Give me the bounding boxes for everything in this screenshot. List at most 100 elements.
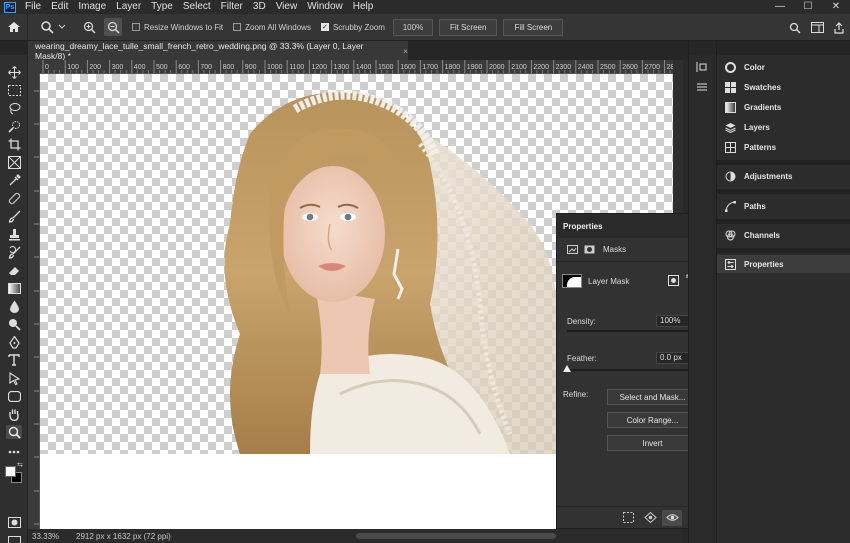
- toolbar-grip[interactable]: [0, 41, 28, 55]
- feather-label: Feather:: [567, 354, 597, 363]
- color-swatches[interactable]: ⇆: [4, 461, 24, 487]
- menu-view[interactable]: View: [271, 0, 303, 14]
- ruler-label: 900: [245, 64, 257, 71]
- status-doc-info[interactable]: 2912 px x 1632 px (72 ppi): [62, 532, 171, 541]
- dock-item-swatches[interactable]: Swatches: [717, 78, 850, 96]
- select-and-mask-button[interactable]: Select and Mask...: [607, 389, 698, 405]
- history-icon[interactable]: [696, 61, 708, 75]
- brush-tool-icon[interactable]: [6, 209, 22, 223]
- hand-tool-icon[interactable]: [6, 407, 22, 421]
- maximize-button[interactable]: ☐: [794, 0, 822, 14]
- share-icon[interactable]: [828, 21, 850, 34]
- document-tab[interactable]: wearing_dreamy_lace_tulle_small_french_r…: [28, 40, 408, 61]
- workspace-icon[interactable]: [806, 22, 828, 33]
- healing-brush-tool-icon[interactable]: [6, 191, 22, 205]
- pixel-mask-icon[interactable]: [567, 245, 578, 254]
- dock-item-layers[interactable]: Layers: [717, 118, 850, 136]
- dock-item-patterns[interactable]: Patterns: [717, 138, 850, 156]
- fill-screen-button[interactable]: Fill Screen: [503, 18, 564, 36]
- eyedropper-tool-icon[interactable]: [6, 173, 22, 187]
- dock-item-properties[interactable]: Properties: [717, 255, 850, 273]
- screen-mode-icon[interactable]: [6, 533, 22, 543]
- resize-windows-checkbox[interactable]: Resize Windows to Fit: [132, 23, 223, 32]
- dock-grip[interactable]: [717, 41, 850, 55]
- menu-image[interactable]: Image: [73, 0, 111, 14]
- document-title: wearing_dreamy_lace_tulle_small_french_r…: [35, 40, 364, 61]
- menu-filter[interactable]: Filter: [216, 0, 248, 14]
- feather-slider-thumb[interactable]: [563, 365, 571, 372]
- zoom-percent-field[interactable]: 100%: [392, 18, 433, 36]
- dock-item-gradients[interactable]: Gradients: [717, 98, 850, 116]
- layer-mask-thumbnail[interactable]: [562, 274, 582, 288]
- menu-help[interactable]: Help: [348, 0, 379, 14]
- zoom-all-windows-checkbox[interactable]: Zoom All Windows: [233, 23, 311, 32]
- fit-screen-button[interactable]: Fit Screen: [438, 18, 498, 36]
- ruler-label: 200: [89, 64, 101, 71]
- menu-bar: Ps File Edit Image Layer Type Select Fil…: [0, 0, 850, 14]
- lasso-tool-icon[interactable]: [6, 101, 22, 115]
- ruler-corner[interactable]: [28, 60, 40, 74]
- vertical-ruler[interactable]: [28, 74, 40, 529]
- brush-settings-icon[interactable]: [696, 81, 708, 95]
- move-tool-icon[interactable]: [6, 65, 22, 79]
- clone-stamp-tool-icon[interactable]: [6, 227, 22, 241]
- load-selection-icon[interactable]: [618, 510, 638, 526]
- tool-preset-picker[interactable]: [28, 20, 74, 34]
- gradient-tool-icon[interactable]: [6, 281, 22, 295]
- minimize-button[interactable]: —: [766, 0, 794, 14]
- search-icon[interactable]: [784, 22, 806, 34]
- horizontal-scrollbar[interactable]: [356, 533, 556, 539]
- menu-type[interactable]: Type: [146, 0, 178, 14]
- ruler-label: 1900: [467, 64, 483, 71]
- quick-selection-tool-icon[interactable]: [6, 119, 22, 133]
- status-zoom[interactable]: 33.33%: [28, 532, 62, 541]
- menu-edit[interactable]: Edit: [46, 0, 73, 14]
- more-tools-icon[interactable]: [6, 445, 22, 459]
- layer-mask-type-icon[interactable]: [584, 245, 595, 254]
- color-range-button[interactable]: Color Range...: [607, 412, 698, 428]
- close-tab-icon[interactable]: ×: [403, 46, 408, 56]
- dock-item-paths[interactable]: Paths: [717, 197, 850, 215]
- dock-item-adjustments[interactable]: Adjustments: [717, 167, 850, 185]
- menu-layer[interactable]: Layer: [111, 0, 146, 14]
- history-brush-tool-icon[interactable]: [6, 245, 22, 259]
- toggle-mask-visibility-icon[interactable]: [662, 509, 682, 526]
- dock-label-color: Color: [744, 62, 765, 72]
- dock-strip-grip[interactable]: [689, 41, 713, 55]
- menu-select[interactable]: Select: [178, 0, 216, 14]
- adjustments-half-circle-icon: [725, 171, 736, 182]
- invert-button[interactable]: Invert: [607, 435, 698, 451]
- apply-mask-icon[interactable]: [640, 510, 660, 526]
- zoom-out-button[interactable]: [104, 18, 122, 36]
- swap-colors-icon[interactable]: ⇆: [17, 461, 23, 469]
- feather-slider-track[interactable]: [567, 369, 694, 371]
- close-button[interactable]: ✕: [822, 0, 850, 14]
- zoom-in-button[interactable]: [80, 18, 98, 36]
- menu-window[interactable]: Window: [302, 0, 348, 14]
- quick-mask-icon[interactable]: [6, 515, 22, 529]
- rectangle-tool-icon[interactable]: [6, 389, 22, 403]
- home-icon[interactable]: [0, 13, 28, 41]
- ruler-label: 2500: [600, 64, 616, 71]
- scrubby-zoom-checkbox[interactable]: ✓ Scrubby Zoom: [320, 23, 385, 32]
- horizontal-ruler[interactable]: 0 100 200 300 400 500 600 700 800 900 1000 1100 1200…: [40, 60, 673, 74]
- dock-item-color[interactable]: Color: [717, 58, 850, 76]
- menu-3d[interactable]: 3D: [248, 0, 271, 14]
- eraser-tool-icon[interactable]: [6, 263, 22, 277]
- dodge-tool-icon[interactable]: [6, 317, 22, 331]
- blur-tool-icon[interactable]: [6, 299, 22, 313]
- crop-tool-icon[interactable]: [6, 137, 22, 151]
- frame-tool-icon[interactable]: [6, 155, 22, 169]
- dock-icon-strip: [688, 41, 713, 543]
- type-tool-icon[interactable]: [6, 353, 22, 367]
- pen-tool-icon[interactable]: [6, 335, 22, 349]
- dock-item-channels[interactable]: Channels: [717, 226, 850, 244]
- select-mask-icon[interactable]: [668, 275, 679, 286]
- density-slider-track[interactable]: [567, 330, 694, 332]
- foreground-color-swatch[interactable]: [5, 466, 16, 477]
- marquee-tool-icon[interactable]: [6, 83, 22, 97]
- path-selection-tool-icon[interactable]: [6, 371, 22, 385]
- zoom-tool-active-icon[interactable]: [6, 425, 22, 439]
- menu-file[interactable]: File: [20, 0, 46, 14]
- dock-label-gradients: Gradients: [744, 102, 782, 112]
